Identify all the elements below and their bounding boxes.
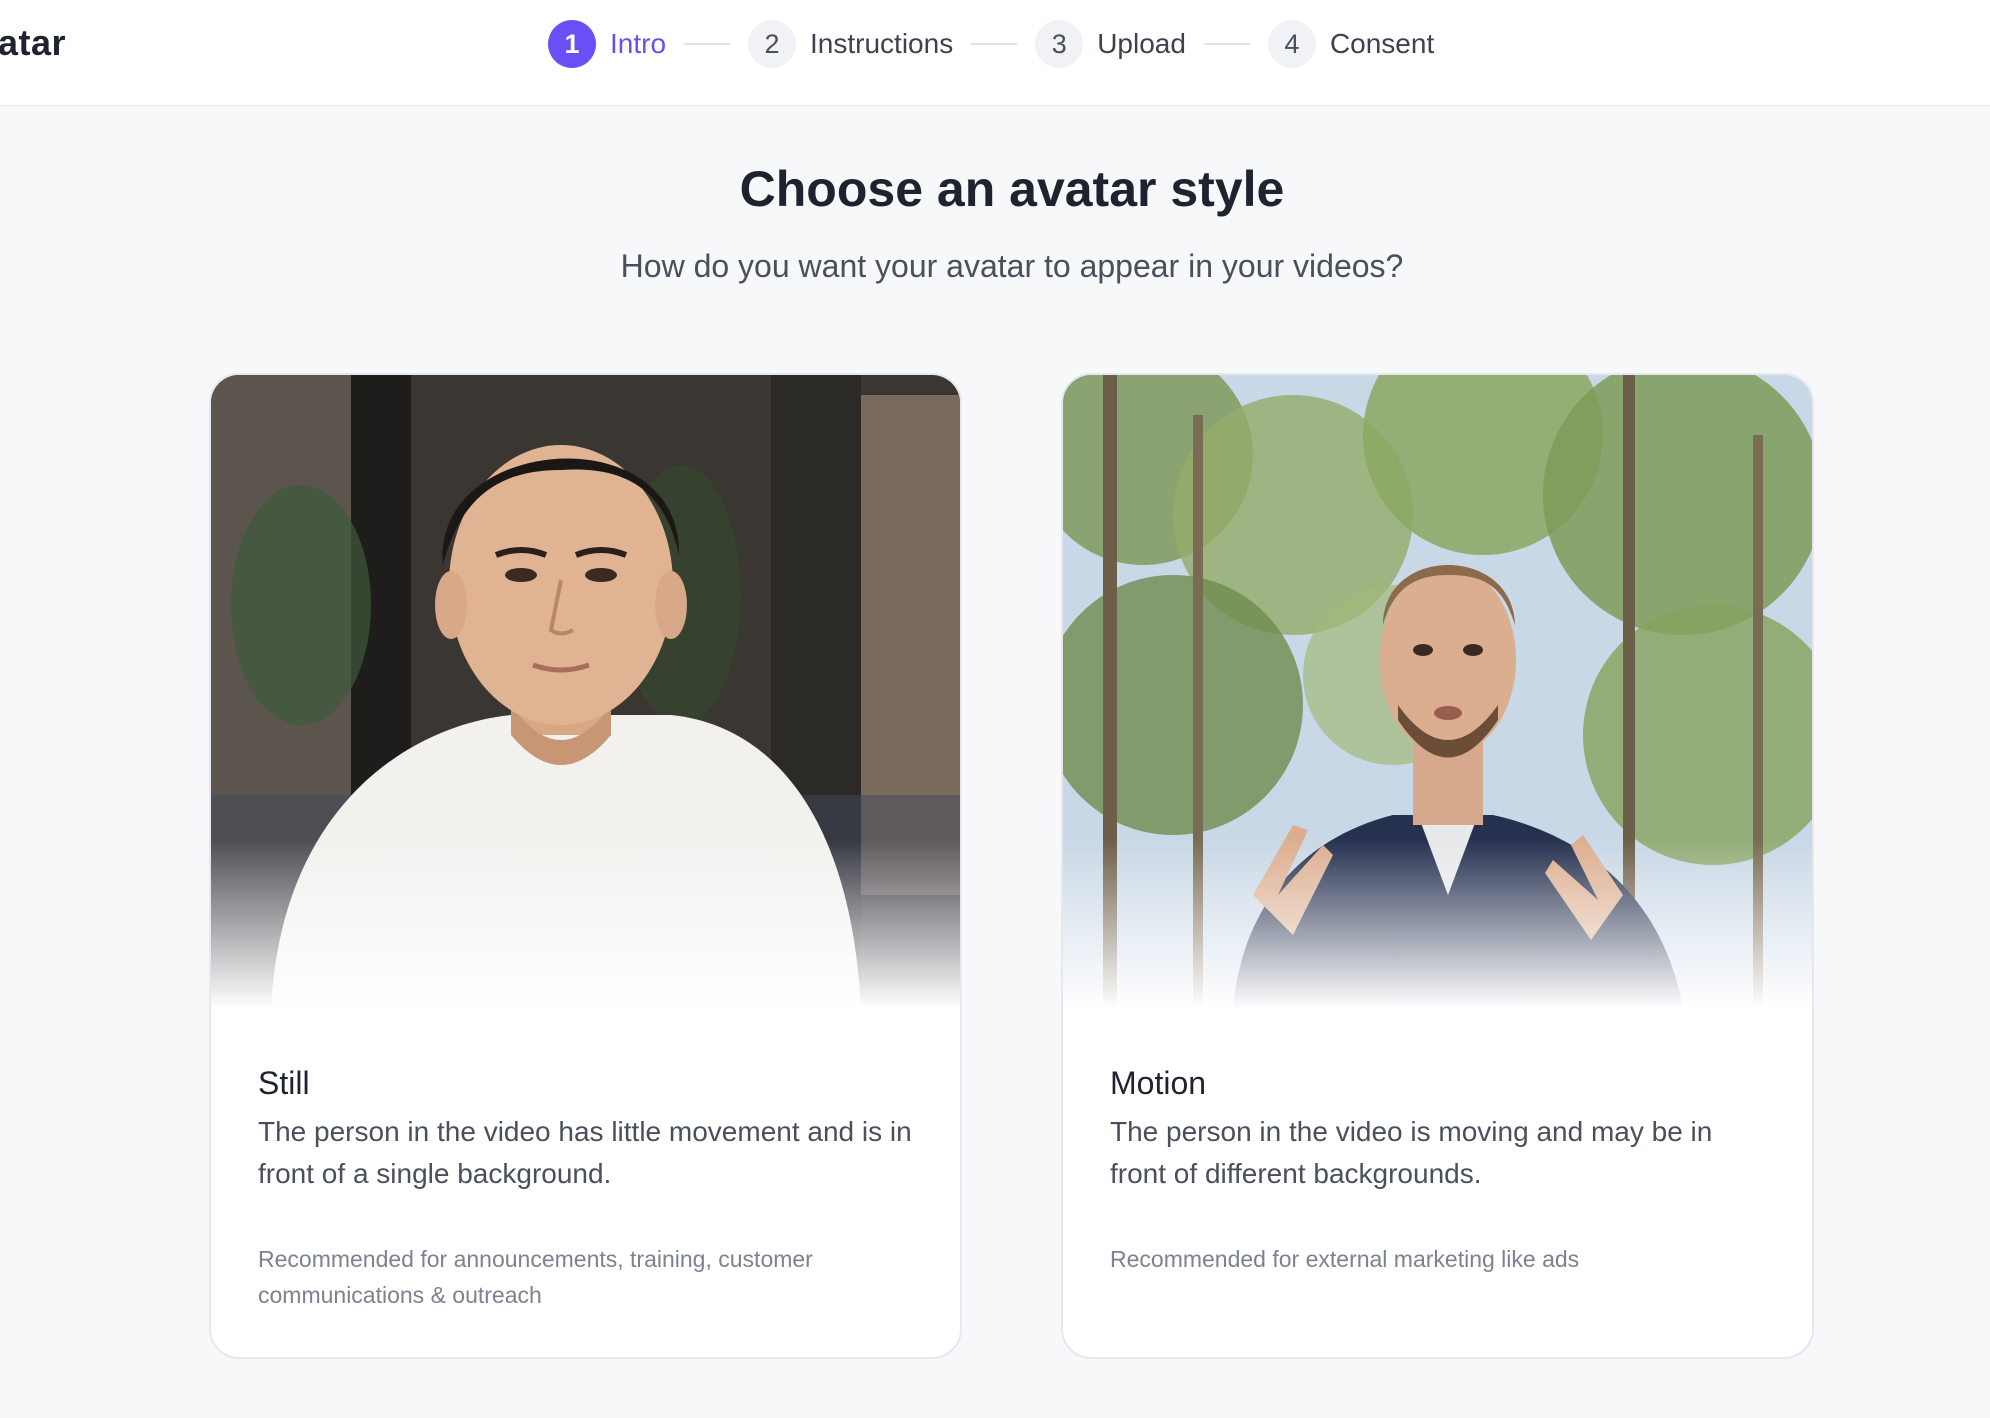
page-subtitle: How do you want your avatar to appear in…: [620, 248, 1404, 284]
progress-stepper: 1 Intro 2 Instructions 3 Upload 4 Consen…: [548, 19, 1434, 69]
step-instructions[interactable]: 2 Instructions: [748, 20, 953, 68]
step-connector: [971, 43, 1018, 45]
card-title: Still: [258, 1065, 310, 1101]
avatar-style-card-motion[interactable]: Motion The person in the video is moving…: [1061, 373, 1814, 1359]
step-upload[interactable]: 3 Upload: [1035, 20, 1186, 68]
top-bar: atar 1 Intro 2 Instructions 3 Upload 4 C…: [0, 0, 1990, 106]
photo-fade: [1063, 839, 1812, 1009]
step-consent[interactable]: 4 Consent: [1267, 20, 1435, 68]
step-number: 1: [548, 20, 596, 68]
card-title: Motion: [1110, 1065, 1207, 1101]
step-number: 3: [1035, 20, 1084, 68]
step-connector: [684, 43, 731, 45]
avatar-style-card-still[interactable]: Still The person in the video has little…: [209, 373, 962, 1359]
page-title: Choose an avatar style: [739, 161, 1285, 217]
card-description: The person in the video is moving and ma…: [1110, 1116, 1713, 1189]
still-avatar-photo: [211, 375, 960, 1009]
step-label: Instructions: [810, 28, 954, 59]
photo-fade: [211, 839, 960, 1009]
step-label: Intro: [610, 28, 667, 59]
motion-avatar-photo: [1063, 375, 1812, 1009]
step-number: 2: [748, 20, 797, 68]
brand-logo[interactable]: atar: [0, 22, 66, 64]
step-intro[interactable]: 1 Intro: [548, 20, 666, 68]
step-label: Consent: [1329, 28, 1435, 59]
step-label: Upload: [1097, 28, 1186, 59]
step-number: 4: [1267, 20, 1316, 68]
step-connector: [1203, 43, 1250, 45]
card-recommendation: Recommended for announcements, training,…: [258, 1246, 813, 1308]
card-description: The person in the video has little movem…: [258, 1116, 912, 1189]
card-recommendation: Recommended for external marketing like …: [1110, 1246, 1580, 1272]
